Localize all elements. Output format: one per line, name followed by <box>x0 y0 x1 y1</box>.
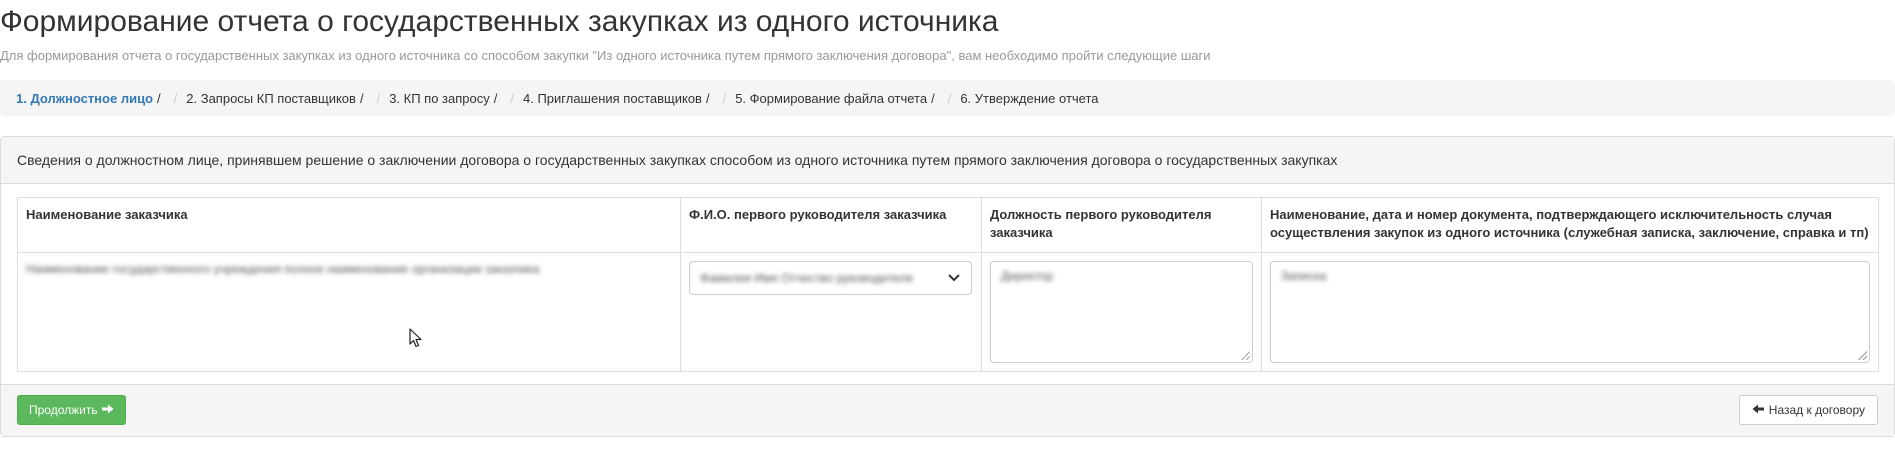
step-6-link[interactable]: 6. Утверждение отчета <box>960 91 1098 106</box>
mouse-cursor-icon <box>409 328 422 348</box>
breadcrumb-separator: / <box>931 90 935 106</box>
page: Формирование отчета о государственных за… <box>0 0 1895 453</box>
back-to-contract-button[interactable]: Назад к договору <box>1738 395 1878 425</box>
position-textarea[interactable]: Директор <box>990 261 1253 363</box>
panel-footer: Продолжить Назад к договору <box>1 384 1894 436</box>
breadcrumb-separator: / <box>376 90 381 106</box>
cell-customer-name: Наименование государственного учреждения… <box>17 252 681 372</box>
breadcrumb-separator: / <box>705 90 710 106</box>
document-textarea[interactable]: Записка <box>1270 261 1870 363</box>
page-subtitle: Для формирования отчета о государственны… <box>0 48 1211 63</box>
resize-grip-icon[interactable] <box>1858 351 1867 360</box>
cell-director-position: Директор <box>981 252 1262 372</box>
header-director-position: Должность первого руководителя заказчика <box>981 197 1262 253</box>
breadcrumb-separator: / <box>173 90 178 106</box>
back-button-label: Назад к договору <box>1768 403 1865 417</box>
step-3-link[interactable]: 3. КП по запросу <box>389 91 490 106</box>
director-select[interactable]: Фамилия Имя Отчество руководителя <box>689 261 972 295</box>
table-header-row: Наименование заказчика Ф.И.О. первого ру… <box>17 197 1879 253</box>
official-info-panel: Сведения о должностном лице, принявшем р… <box>0 136 1895 437</box>
breadcrumb: 1. Должностное лицо / / 2. Запросы КП по… <box>0 80 1895 116</box>
panel-heading: Сведения о должностном лице, принявшем р… <box>1 137 1894 184</box>
breadcrumb-separator: / <box>722 90 727 106</box>
cell-justification-document: Записка <box>1261 252 1879 372</box>
step-2-link[interactable]: 2. Запросы КП поставщиков <box>186 91 356 106</box>
breadcrumb-separator: / <box>493 90 498 106</box>
step-1-link[interactable]: 1. Должностное лицо <box>16 91 153 106</box>
header-customer-name: Наименование заказчика <box>17 197 681 253</box>
breadcrumb-separator: / <box>359 90 364 106</box>
official-info-table-wrap: Наименование заказчика Ф.И.О. первого ру… <box>17 197 1879 372</box>
director-select-value: Фамилия Имя Отчество руководителя <box>700 271 913 285</box>
arrow-left-icon <box>1752 403 1764 417</box>
breadcrumb-separator: / <box>157 90 161 106</box>
resize-grip-icon[interactable] <box>1241 351 1250 360</box>
header-justification-document: Наименование, дата и номер документа, по… <box>1261 197 1879 253</box>
chevron-down-icon <box>947 271 961 285</box>
document-textarea-value: Записка <box>1281 269 1327 283</box>
breadcrumb-separator: / <box>510 90 514 106</box>
official-info-table: Наименование заказчика Ф.И.О. первого ру… <box>17 197 1879 372</box>
arrow-right-icon <box>101 403 114 417</box>
cell-director-select: Фамилия Имя Отчество руководителя <box>680 252 982 372</box>
page-title: Формирование отчета о государственных за… <box>0 5 999 38</box>
breadcrumb-separator: / <box>947 90 952 106</box>
continue-button-label: Продолжить <box>29 403 98 417</box>
customer-name-text: Наименование государственного учреждения… <box>26 262 540 276</box>
step-4-link[interactable]: 4. Приглашения поставщиков <box>523 91 702 106</box>
continue-button[interactable]: Продолжить <box>17 395 126 425</box>
step-5-link[interactable]: 5. Формирование файла отчета <box>735 91 927 106</box>
table-row: Наименование государственного учреждения… <box>17 252 1879 372</box>
header-director-name: Ф.И.О. первого руководителя заказчика <box>680 197 982 253</box>
position-textarea-value: Директор <box>1001 269 1054 283</box>
